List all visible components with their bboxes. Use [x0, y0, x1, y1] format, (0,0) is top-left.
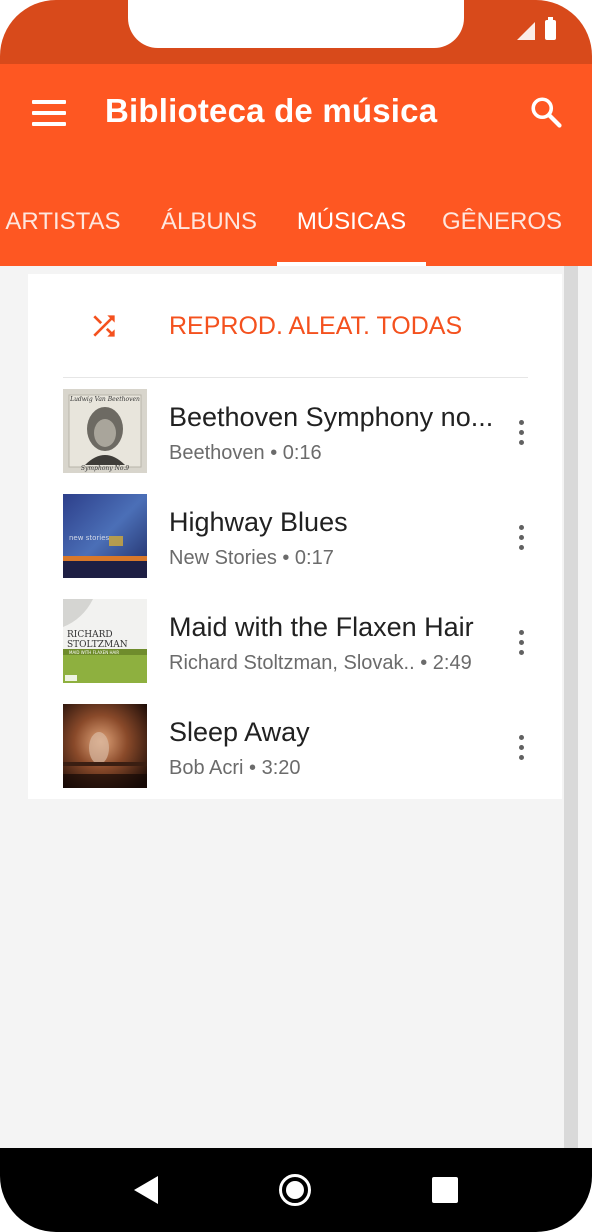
- svg-text:Symphony No.9: Symphony No.9: [81, 465, 129, 472]
- more-options-icon[interactable]: [515, 735, 527, 761]
- richard-stoltzman-album-art: RICHARD STOLTZMAN MAID WITH FLAXEN HAIR: [63, 599, 147, 683]
- song-row[interactable]: Sleep Away Bob Acri • 3:20: [28, 693, 562, 798]
- song-title: Sleep Away: [169, 717, 310, 747]
- status-bar: [0, 0, 592, 64]
- song-artist-duration: New Stories • 0:17: [169, 547, 334, 569]
- scrollbar[interactable]: [564, 266, 578, 1148]
- song-artist-duration: Beethoven • 0:16: [169, 442, 322, 464]
- tab-bar: ARTISTAS ÁLBUNS MÚSICAS GÊNEROS: [0, 190, 592, 266]
- status-icons: [517, 17, 556, 40]
- song-artist-duration: Richard Stoltzman, Slovak.. • 2:49: [169, 652, 472, 674]
- recents-square-icon[interactable]: [432, 1177, 458, 1203]
- home-circle-icon[interactable]: [279, 1174, 311, 1206]
- tab-albuns[interactable]: ÁLBUNS: [147, 190, 271, 266]
- shuffle-icon: [93, 315, 115, 337]
- more-options-icon[interactable]: [515, 525, 527, 551]
- camera-notch: [128, 0, 464, 48]
- bob-acri-album-art: [63, 704, 147, 788]
- svg-text:MAID WITH FLAXEN HAIR: MAID WITH FLAXEN HAIR: [69, 650, 119, 655]
- song-title: Highway Blues: [169, 507, 348, 537]
- page-title: Biblioteca de música: [105, 92, 438, 129]
- selected-tab-indicator: [277, 262, 426, 266]
- song-title: Beethoven Symphony no...: [169, 402, 494, 432]
- svg-text:RICHARD: RICHARD: [67, 630, 113, 640]
- song-artist-duration: Bob Acri • 3:20: [169, 757, 301, 779]
- svg-text:new stories: new stories: [69, 534, 109, 542]
- hamburger-menu-icon[interactable]: [32, 100, 66, 126]
- phone-screen: Biblioteca de música ARTISTAS ÁLBUNS MÚS…: [0, 0, 592, 1232]
- shuffle-all-label: REPROD. ALEAT. TODAS: [169, 312, 463, 340]
- search-icon[interactable]: [528, 94, 564, 130]
- svg-text:Ludwig Van Beethoven: Ludwig Van Beethoven: [69, 396, 140, 403]
- shuffle-all-button[interactable]: REPROD. ALEAT. TODAS: [28, 274, 562, 378]
- new-stories-album-art: new stories: [63, 494, 147, 578]
- song-row[interactable]: Ludwig Van Beethoven Symphony No.9 Beeth…: [28, 378, 562, 483]
- song-row[interactable]: RICHARD STOLTZMAN MAID WITH FLAXEN HAIR …: [28, 588, 562, 693]
- more-options-icon[interactable]: [515, 630, 527, 656]
- back-triangle-icon[interactable]: [134, 1176, 158, 1204]
- navigation-bar: [0, 1148, 592, 1232]
- tab-generos[interactable]: GÊNEROS: [436, 190, 568, 266]
- battery-icon: [545, 17, 556, 40]
- beethoven-album-art: Ludwig Van Beethoven Symphony No.9: [63, 389, 147, 473]
- song-row[interactable]: new stories Highway Blues New Stories • …: [28, 483, 562, 588]
- tab-musicas[interactable]: MÚSICAS: [277, 190, 426, 266]
- svg-text:STOLTZMAN: STOLTZMAN: [67, 640, 128, 650]
- signal-icon: [517, 22, 535, 40]
- tab-artistas[interactable]: ARTISTAS: [0, 190, 126, 266]
- song-list-card: REPROD. ALEAT. TODAS Ludwig Van Beethove…: [28, 274, 562, 799]
- song-title: Maid with the Flaxen Hair: [169, 612, 474, 642]
- more-options-icon[interactable]: [515, 420, 527, 446]
